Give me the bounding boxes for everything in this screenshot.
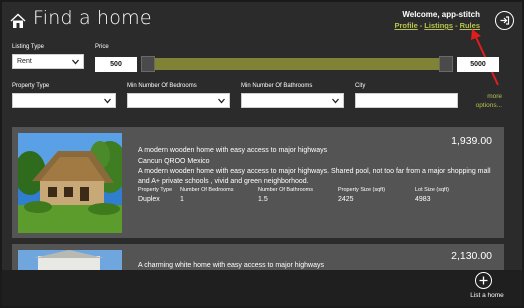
house-photo (18, 133, 122, 233)
detail-header: Number Of Bathrooms (258, 187, 314, 193)
listing-title: A charming white home with easy access t… (138, 262, 324, 269)
detail-header: Lot Size (sqft) (415, 187, 449, 193)
page-title: Find a home (33, 7, 152, 29)
listing-card[interactable]: 2,130.00 A charming white home with easy… (12, 244, 504, 270)
city-input[interactable] (355, 93, 458, 108)
listing-title: A modern wooden home with easy access to… (138, 147, 328, 154)
profile-link[interactable]: Profile (394, 21, 417, 30)
list-a-home-button[interactable] (475, 272, 492, 289)
detail-value: 4983 (415, 196, 431, 203)
property-type-label: Property Type (12, 83, 50, 89)
listing-type-label: Listing Type (12, 44, 44, 50)
detail-value: 1.5 (258, 196, 268, 203)
chevron-down-icon (72, 59, 79, 65)
welcome-text: Welcome, app-stitch (402, 10, 480, 19)
chevron-down-icon (104, 98, 111, 104)
link-separator: - (419, 21, 423, 30)
logout-icon (500, 16, 510, 25)
list-a-home-label: List a home (470, 292, 504, 299)
link-separator: - (455, 21, 458, 30)
plus-icon (479, 276, 488, 285)
listing-price: 1,939.00 (451, 135, 492, 147)
price-min-input[interactable]: 500 (95, 57, 137, 72)
property-type-select[interactable] (12, 93, 116, 108)
price-label: Price (95, 44, 109, 50)
detail-value: Duplex (138, 196, 160, 203)
chevron-down-icon (332, 98, 339, 104)
price-slider-min-thumb[interactable] (141, 56, 155, 72)
bottom-app-bar (2, 270, 522, 306)
listing-type-select[interactable]: Rent (12, 54, 84, 69)
house-logo-icon (10, 13, 26, 28)
min-bedrooms-label: Min Number Of Bedrooms (127, 83, 197, 89)
price-max-input[interactable]: 5000 (457, 57, 499, 72)
listings-link[interactable]: Listings (424, 21, 453, 30)
min-bedrooms-select[interactable] (127, 93, 230, 108)
detail-header: Number Of Bedrooms (180, 187, 234, 193)
price-slider-max-thumb[interactable] (439, 56, 453, 72)
detail-header: Property Size (sqft) (338, 187, 386, 193)
listing-description: A modern wooden home with easy access to… (138, 168, 491, 185)
listing-location: Cancun QROO Mexico (138, 158, 210, 165)
price-slider-track[interactable] (141, 58, 453, 70)
listing-price: 2,130.00 (451, 250, 492, 262)
more-options-link[interactable]: more options... (468, 92, 502, 110)
city-label: City (355, 83, 366, 89)
detail-value: 1 (180, 196, 184, 203)
chevron-down-icon (218, 98, 225, 104)
house-photo (18, 250, 122, 270)
detail-header: Property Type (138, 187, 173, 193)
min-bathrooms-select[interactable] (241, 93, 344, 108)
detail-value: 2425 (338, 196, 354, 203)
min-bathrooms-label: Min Number Of Bathrooms (241, 83, 313, 89)
listing-card[interactable]: 1,939.00 A modern wooden home with easy … (12, 127, 504, 238)
listing-type-value: Rent (17, 58, 32, 65)
